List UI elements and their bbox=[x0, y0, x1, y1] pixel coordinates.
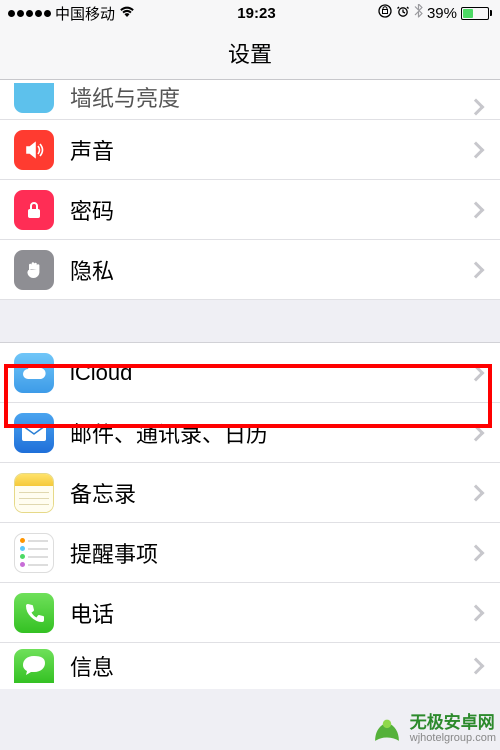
phone-icon bbox=[14, 593, 54, 633]
row-label: iCloud bbox=[70, 360, 470, 386]
settings-list: 墙纸与亮度 声音 密码 隐私 iCloud 邮件、通讯录、日历 bbox=[0, 80, 500, 689]
section-gap bbox=[0, 299, 500, 343]
bluetooth-icon bbox=[414, 4, 423, 23]
hand-icon bbox=[14, 250, 54, 290]
carrier-label: 中国移动 bbox=[55, 3, 115, 24]
sound-icon bbox=[14, 130, 54, 170]
chevron-right-icon bbox=[468, 99, 485, 116]
row-sound[interactable]: 声音 bbox=[0, 120, 500, 180]
row-label: 邮件、通讯录、日历 bbox=[70, 417, 470, 449]
alarm-icon bbox=[396, 4, 410, 22]
watermark-title: 无极安卓网 bbox=[410, 714, 496, 733]
chevron-right-icon bbox=[468, 658, 485, 675]
status-left: 中国移动 bbox=[8, 3, 135, 24]
row-label: 提醒事项 bbox=[70, 537, 470, 569]
cloud-icon bbox=[14, 353, 54, 393]
wifi-icon bbox=[119, 5, 135, 22]
row-passcode[interactable]: 密码 bbox=[0, 180, 500, 240]
lock-icon bbox=[14, 190, 54, 230]
chevron-right-icon bbox=[468, 424, 485, 441]
wallpaper-icon bbox=[14, 83, 54, 113]
mail-icon bbox=[14, 413, 54, 453]
status-right: 39% bbox=[378, 4, 492, 23]
battery-icon bbox=[461, 7, 492, 20]
row-label: 声音 bbox=[70, 134, 470, 166]
row-phone[interactable]: 电话 bbox=[0, 583, 500, 643]
chevron-right-icon bbox=[468, 261, 485, 278]
chevron-right-icon bbox=[468, 141, 485, 158]
row-label: 电话 bbox=[70, 597, 470, 629]
battery-pct: 39% bbox=[427, 5, 457, 22]
row-wallpaper-brightness[interactable]: 墙纸与亮度 bbox=[0, 80, 500, 120]
row-label: 信息 bbox=[70, 650, 470, 682]
chevron-right-icon bbox=[468, 604, 485, 621]
nav-bar: 设置 bbox=[0, 26, 500, 80]
row-label: 隐私 bbox=[70, 254, 470, 286]
clock: 19:23 bbox=[237, 5, 275, 22]
orientation-lock-icon bbox=[378, 4, 392, 22]
page-title: 设置 bbox=[228, 37, 272, 69]
row-messages[interactable]: 信息 bbox=[0, 643, 500, 689]
row-label: 密码 bbox=[70, 194, 470, 226]
signal-dots-icon bbox=[8, 10, 51, 17]
watermark-logo-icon bbox=[370, 712, 404, 746]
notes-icon bbox=[14, 473, 54, 513]
row-mail-contacts-calendar[interactable]: 邮件、通讯录、日历 bbox=[0, 403, 500, 463]
chevron-right-icon bbox=[468, 364, 485, 381]
row-privacy[interactable]: 隐私 bbox=[0, 240, 500, 300]
messages-icon bbox=[14, 649, 54, 683]
chevron-right-icon bbox=[468, 544, 485, 561]
chevron-right-icon bbox=[468, 484, 485, 501]
row-reminders[interactable]: 提醒事项 bbox=[0, 523, 500, 583]
reminders-icon bbox=[14, 533, 54, 573]
row-label: 墙纸与亮度 bbox=[70, 81, 470, 113]
row-icloud[interactable]: iCloud bbox=[0, 343, 500, 403]
status-bar: 中国移动 19:23 39% bbox=[0, 0, 500, 26]
watermark-url: wjhotelgroup.com bbox=[410, 732, 496, 744]
row-label: 备忘录 bbox=[70, 477, 470, 509]
chevron-right-icon bbox=[468, 201, 485, 218]
row-notes[interactable]: 备忘录 bbox=[0, 463, 500, 523]
watermark: 无极安卓网 wjhotelgroup.com bbox=[370, 712, 496, 746]
